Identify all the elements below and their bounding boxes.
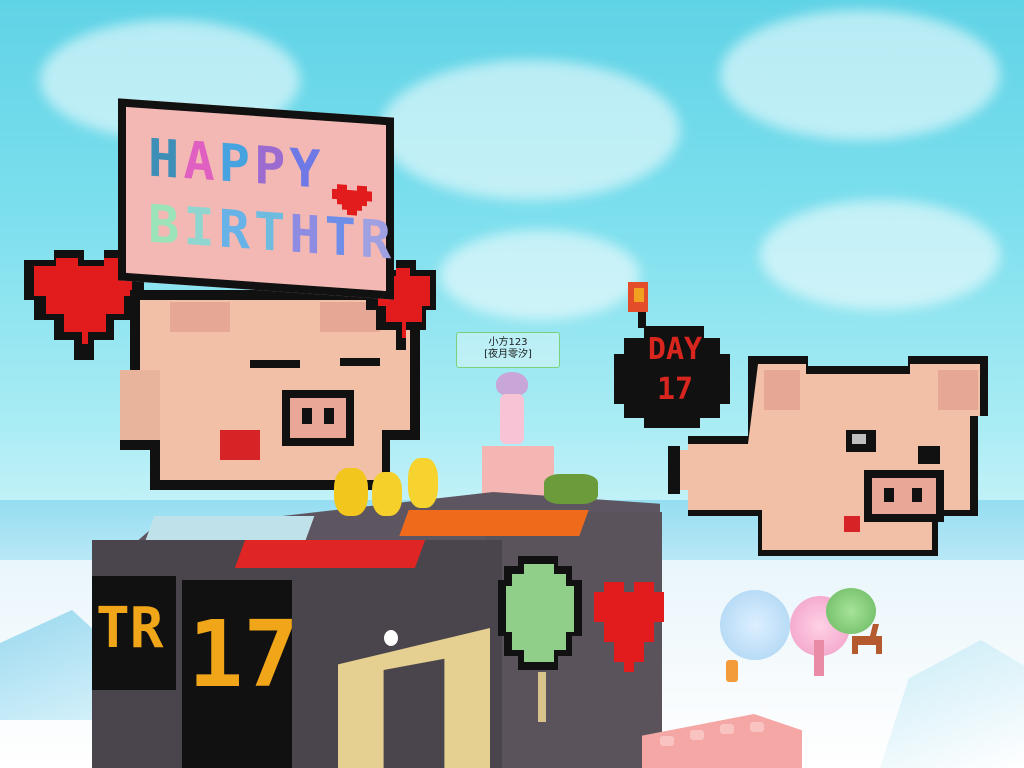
panel-right: 17 bbox=[182, 580, 299, 768]
sign-line1-letter: P bbox=[253, 135, 290, 199]
brick-stud bbox=[750, 722, 764, 732]
gold-figurine bbox=[334, 468, 368, 516]
bomb-label-line2: 17 bbox=[656, 372, 694, 407]
sign-line1-letter: A bbox=[183, 130, 219, 194]
frost-tree bbox=[720, 590, 790, 660]
gold-figurine bbox=[408, 458, 438, 508]
sign-line2-letter: H bbox=[289, 204, 325, 267]
player-character[interactable] bbox=[490, 372, 534, 450]
heart-icon bbox=[594, 582, 664, 672]
sign-line-1: HAPPY bbox=[148, 128, 325, 200]
bomb-label: DAY 17 bbox=[635, 330, 715, 410]
brick-stud bbox=[720, 724, 734, 734]
cloud bbox=[440, 230, 640, 320]
sign-line2-letter: R bbox=[218, 199, 254, 262]
small-figure bbox=[384, 630, 398, 646]
cloud bbox=[380, 60, 680, 200]
player-body bbox=[500, 394, 524, 444]
sign-line1-letter: P bbox=[218, 133, 254, 196]
game-viewport[interactable]: HAPPY BIRTHTR DAY 17 小方123 [夜月零汐] TR 17 bbox=[0, 0, 1024, 768]
sign-line1-letter: H bbox=[148, 128, 184, 191]
lantern-icon bbox=[726, 660, 738, 682]
sign-letters-line1: HAPPY bbox=[148, 128, 325, 200]
player-nametag: 小方123 [夜月零汐] bbox=[456, 332, 560, 368]
red-bar bbox=[234, 540, 426, 568]
cloud bbox=[760, 200, 1000, 310]
sign-line2-letter: T bbox=[253, 201, 290, 265]
tree-trunk bbox=[814, 640, 824, 676]
ice-bar bbox=[145, 516, 315, 540]
player-guild: [夜月零汐] bbox=[484, 349, 532, 360]
plant-cluster bbox=[544, 474, 598, 504]
balloon-pixel-art bbox=[498, 556, 582, 722]
sign-line2-letter: I bbox=[183, 196, 219, 260]
brick-stud bbox=[690, 730, 704, 740]
sign-line1-letter: Y bbox=[289, 138, 325, 201]
orange-bar bbox=[399, 510, 589, 536]
panel-right-text: 17 bbox=[188, 601, 299, 708]
cloud bbox=[720, 10, 1000, 140]
gold-figurine bbox=[372, 472, 402, 516]
bomb-label-line1: DAY bbox=[647, 332, 703, 367]
player-hair bbox=[496, 372, 528, 396]
sign-line2-letter: B bbox=[148, 194, 184, 257]
happy-birthday-sign: HAPPY BIRTHTR bbox=[118, 98, 395, 300]
panel-left-text: TR bbox=[96, 596, 164, 661]
brick-stud bbox=[660, 736, 674, 746]
heart-icon bbox=[332, 184, 372, 216]
panel-left: TR bbox=[92, 576, 176, 690]
green-tree bbox=[826, 588, 876, 634]
player-name: 小方123 bbox=[488, 337, 528, 348]
